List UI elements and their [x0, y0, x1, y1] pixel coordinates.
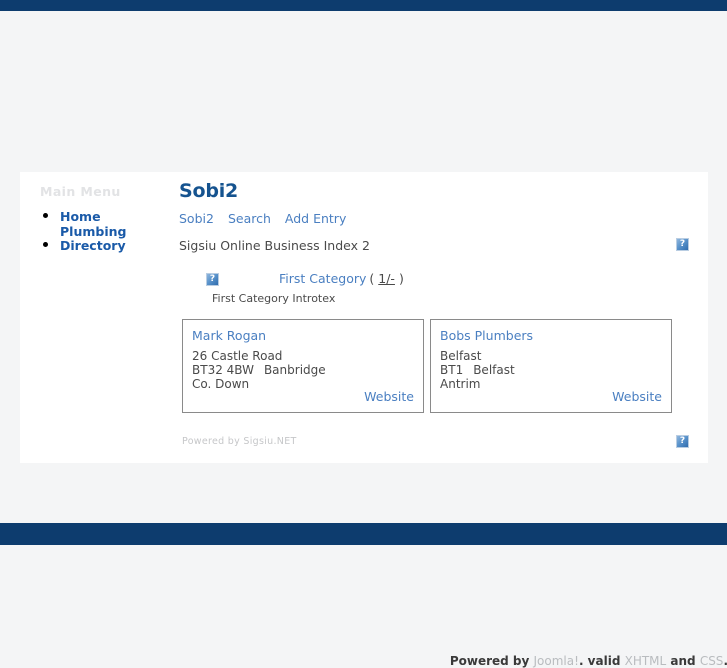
component-description: Sigsiu Online Business Index 2: [179, 238, 370, 253]
entry-address-line1: Belfast: [440, 349, 482, 363]
page-title: Sobi2: [179, 180, 239, 202]
category-block: First Category ( 1/- ) First Category In…: [179, 269, 689, 305]
broken-image-icon: [676, 238, 689, 251]
table-row: Bobs Plumbers Belfast BT1 Belfast Antrim …: [430, 319, 672, 413]
entry-city: Belfast: [473, 363, 515, 377]
sidebar-item-plumbing-directory[interactable]: Plumbing Directory: [60, 225, 175, 253]
entry-list: Mark Rogan 26 Castle Road BT32 4BW Banbri…: [182, 319, 689, 413]
footer-joomla-link[interactable]: Joomla!: [534, 654, 579, 668]
component-footer: Powered by Sigsiu.NET: [182, 435, 689, 448]
entry-postcode: BT32 4BW: [192, 363, 254, 377]
entry-postcode: BT1: [440, 363, 464, 377]
category-count: ( 1/- ): [369, 271, 403, 286]
sobi-nav: Sobi2 Search Add Entry: [179, 211, 689, 226]
category-icon-cell: [206, 269, 279, 288]
broken-image-icon: [206, 273, 219, 286]
entry-city: Banbridge: [263, 363, 326, 377]
entry-title-mark-rogan[interactable]: Mark Rogan: [192, 328, 414, 343]
site-footer: Powered by Joomla!. valid XHTML and CSS.: [20, 654, 727, 668]
entry-postcode-city: BT1 Belfast: [440, 363, 662, 377]
category-link[interactable]: First Category: [279, 271, 366, 286]
top-chrome-bar: [0, 0, 727, 11]
entry-website-link[interactable]: Website: [364, 389, 414, 404]
footer-prefix: Powered by: [449, 654, 534, 668]
list-item[interactable]: Plumbing Directory: [60, 225, 175, 253]
entry-website-link[interactable]: Website: [612, 389, 662, 404]
entry-address-line1: 26 Castle Road: [192, 349, 283, 363]
entry-postcode-city: BT32 4BW Banbridge: [192, 363, 414, 377]
category-intro-text: First Category Introtex: [212, 292, 336, 305]
main-content-card: Main Menu Home Plumbing Directory Sobi2 …: [20, 172, 727, 668]
footer-css-link[interactable]: CSS: [700, 654, 724, 668]
main-menu-list: Home Plumbing Directory: [34, 209, 175, 253]
footer-xhtml-link[interactable]: XHTML: [625, 654, 667, 668]
list-item[interactable]: Home: [60, 209, 175, 224]
table-row: Mark Rogan 26 Castle Road BT32 4BW Banbri…: [182, 319, 424, 413]
sobi-powered-by: Powered by Sigsiu.NET: [182, 436, 297, 447]
category-count-suffix: ): [398, 271, 404, 286]
description-row: Sigsiu Online Business Index 2: [179, 238, 689, 253]
footer-middle: . valid: [578, 654, 625, 668]
tab-sobi2[interactable]: Sobi2: [179, 211, 214, 226]
category-count-prefix: (: [369, 271, 375, 286]
tab-add-entry[interactable]: Add Entry: [285, 211, 346, 226]
sidebar-item-home[interactable]: Home: [60, 210, 101, 224]
category-row: First Category ( 1/- ): [206, 269, 689, 288]
sidebar-module-title: Main Menu: [40, 184, 121, 199]
component-content: Sobi2 Sobi2 Search Add Entry Sigsiu Online…: [175, 172, 708, 463]
entry-title-bobs-plumbers[interactable]: Bobs Plumbers: [440, 328, 662, 343]
tab-search[interactable]: Search: [228, 211, 271, 226]
bottom-chrome-bar: [0, 523, 727, 545]
footer-and: and: [666, 654, 700, 668]
broken-image-icon: [676, 435, 689, 448]
footer-suffix: .: [723, 654, 727, 668]
sidebar: Main Menu Home Plumbing Directory: [20, 172, 175, 463]
category-count-value: 1/-: [378, 271, 395, 286]
